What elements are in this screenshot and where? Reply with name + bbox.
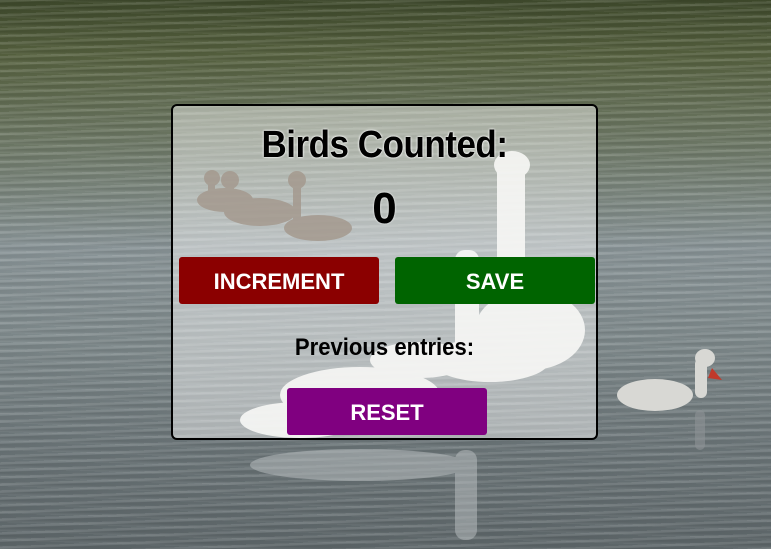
save-button[interactable]: SAVE [395, 257, 595, 304]
bird-counter-panel: Birds Counted: 0 INCREMENT SAVE Previous… [171, 104, 598, 440]
previous-entries-label: Previous entries: [294, 334, 475, 361]
bird-count-value: 0 [372, 184, 397, 233]
page-title: Birds Counted: [261, 124, 508, 166]
reset-button[interactable]: RESET [287, 388, 487, 435]
increment-button[interactable]: INCREMENT [179, 257, 379, 304]
